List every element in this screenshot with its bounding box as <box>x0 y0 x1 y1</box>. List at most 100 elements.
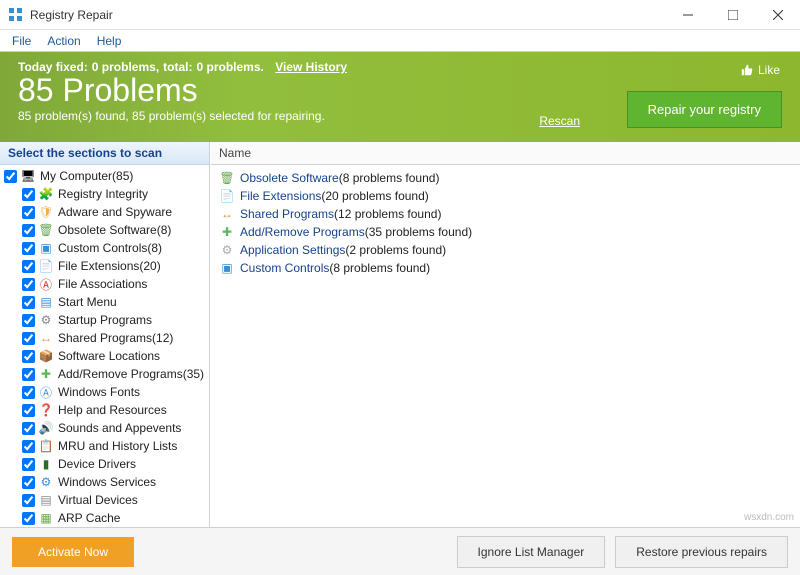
view-history-link[interactable]: View History <box>275 60 347 74</box>
results-list[interactable]: 🗑Obsolete Software(8 problems found)📄Fil… <box>211 165 800 527</box>
section-icon: ▮ <box>38 456 54 472</box>
sidebar: Select the sections to scan 🖥My Computer… <box>0 142 210 527</box>
content-panel: Name 🗑Obsolete Software(8 problems found… <box>210 142 800 527</box>
result-icon: ▣ <box>219 260 235 276</box>
result-name: Add/Remove Programs <box>240 225 365 239</box>
tree-item[interactable]: 🧩Registry Integrity <box>0 185 209 203</box>
tree-item[interactable]: ▤Start Menu <box>0 293 209 311</box>
total-count: 0 problems. <box>196 60 263 74</box>
result-name: Obsolete Software <box>240 171 339 185</box>
tree-item[interactable]: 🛡 Adware and Spyware <box>0 203 209 221</box>
tree-item-label: Help and Resources <box>58 403 167 417</box>
tree-item[interactable]: ▦ARP Cache <box>0 509 209 527</box>
list-item[interactable]: 📄File Extensions(20 problems found) <box>215 187 796 205</box>
tree-item-checkbox[interactable] <box>22 206 35 219</box>
tree-item-label: Custom Controls(8) <box>58 241 162 255</box>
tree-item-checkbox[interactable] <box>22 440 35 453</box>
tree-item-label: Start Menu <box>58 295 117 309</box>
section-icon: 📦 <box>38 348 54 364</box>
main-area: Select the sections to scan 🖥My Computer… <box>0 142 800 527</box>
result-icon: ⚙ <box>219 242 235 258</box>
result-icon: 🗑 <box>219 170 235 186</box>
repair-button[interactable]: Repair your registry <box>627 91 782 128</box>
result-count: (8 problems found) <box>329 261 430 275</box>
section-icon: ▣ <box>38 240 54 256</box>
tree-item-checkbox[interactable] <box>22 458 35 471</box>
tree-item-checkbox[interactable] <box>22 422 35 435</box>
section-tree[interactable]: 🖥 My Computer(85) 🧩Registry Integrity🛡 Adwa… <box>0 165 209 527</box>
like-button[interactable]: Like <box>741 62 780 78</box>
menu-action[interactable]: Action <box>39 32 88 50</box>
tree-item[interactable]: ⚙Windows Services <box>0 473 209 491</box>
thumb-up-icon <box>741 62 753 78</box>
tree-item-checkbox[interactable] <box>22 188 35 201</box>
result-icon: 📄 <box>219 188 235 204</box>
minimize-button[interactable] <box>665 0 710 30</box>
result-count: (2 problems found) <box>345 243 446 257</box>
tree-item-checkbox[interactable] <box>22 512 35 525</box>
ignore-list-button[interactable]: Ignore List Manager <box>457 536 606 568</box>
tree-item-label: Adware and Spyware <box>58 205 172 219</box>
tree-item-checkbox[interactable] <box>22 260 35 273</box>
tree-item-checkbox[interactable] <box>22 296 35 309</box>
window-title: Registry Repair <box>30 8 113 22</box>
section-icon: ⚙ <box>38 474 54 490</box>
list-item[interactable]: ↔Shared Programs(12 problems found) <box>215 205 796 223</box>
section-icon: ▦ <box>38 510 54 526</box>
result-icon: ✚ <box>219 224 235 240</box>
tree-root-label: My Computer(85) <box>40 169 133 183</box>
tree-item[interactable]: ▮ Device Drivers <box>0 455 209 473</box>
tree-item-checkbox[interactable] <box>22 386 35 399</box>
tree-item[interactable]: ⚙Startup Programs <box>0 311 209 329</box>
tree-item-checkbox[interactable] <box>22 332 35 345</box>
tree-item[interactable]: ❓Help and Resources <box>0 401 209 419</box>
tree-item[interactable]: ▣ Custom Controls(8) <box>0 239 209 257</box>
tree-item-checkbox[interactable] <box>22 494 35 507</box>
tree-item-label: File Extensions(20) <box>58 259 161 273</box>
tree-item-checkbox[interactable] <box>22 350 35 363</box>
close-icon <box>773 10 783 20</box>
menu-file[interactable]: File <box>4 32 39 50</box>
section-icon: 🛡 <box>38 204 54 220</box>
tree-item-checkbox[interactable] <box>22 368 35 381</box>
tree-item[interactable]: ▤Virtual Devices <box>0 491 209 509</box>
tree-root-checkbox[interactable] <box>4 170 17 183</box>
tree-item-label: Device Drivers <box>58 457 136 471</box>
tree-item-checkbox[interactable] <box>22 476 35 489</box>
list-item[interactable]: ⚙Application Settings(2 problems found) <box>215 241 796 259</box>
section-icon: 🗑 <box>38 222 54 238</box>
tree-item[interactable]: ⒶFile Associations <box>0 275 209 293</box>
computer-icon: 🖥 <box>20 168 36 184</box>
tree-item-checkbox[interactable] <box>22 242 35 255</box>
tree-root[interactable]: 🖥 My Computer(85) <box>0 167 209 185</box>
banner: Today fixed: 0 problems, total: 0 proble… <box>0 52 800 142</box>
tree-item[interactable]: 📋MRU and History Lists <box>0 437 209 455</box>
list-item[interactable]: ✚Add/Remove Programs(35 problems found) <box>215 223 796 241</box>
tree-item-checkbox[interactable] <box>22 278 35 291</box>
tree-item[interactable]: 📄File Extensions(20) <box>0 257 209 275</box>
tree-item-checkbox[interactable] <box>22 224 35 237</box>
list-item[interactable]: 🗑 Obsolete Software(8 problems found) <box>215 169 796 187</box>
close-button[interactable] <box>755 0 800 30</box>
tree-item-label: MRU and History Lists <box>58 439 177 453</box>
tree-item-checkbox[interactable] <box>22 314 35 327</box>
tree-item[interactable]: 🗑 Obsolete Software(8) <box>0 221 209 239</box>
tree-item-checkbox[interactable] <box>22 404 35 417</box>
list-item[interactable]: ▣Custom Controls(8 problems found) <box>215 259 796 277</box>
result-count: (8 problems found) <box>339 171 440 185</box>
menu-help[interactable]: Help <box>89 32 130 50</box>
tree-item[interactable]: 🔊Sounds and Appevents <box>0 419 209 437</box>
tree-item-label: Sounds and Appevents <box>58 421 181 435</box>
tree-item[interactable]: 📦Software Locations <box>0 347 209 365</box>
activate-button[interactable]: Activate Now <box>12 537 134 567</box>
tree-item[interactable]: ✚Add/Remove Programs(35) <box>0 365 209 383</box>
titlebar: Registry Repair <box>0 0 800 30</box>
tree-item[interactable]: ↔Shared Programs(12) <box>0 329 209 347</box>
tree-item-label: Shared Programs(12) <box>58 331 173 345</box>
tree-item[interactable]: ⒶWindows Fonts <box>0 383 209 401</box>
restore-repairs-button[interactable]: Restore previous repairs <box>615 536 788 568</box>
tree-item-label: Obsolete Software(8) <box>58 223 171 237</box>
maximize-button[interactable] <box>710 0 755 30</box>
rescan-link[interactable]: Rescan <box>539 114 580 128</box>
like-label: Like <box>758 63 780 77</box>
